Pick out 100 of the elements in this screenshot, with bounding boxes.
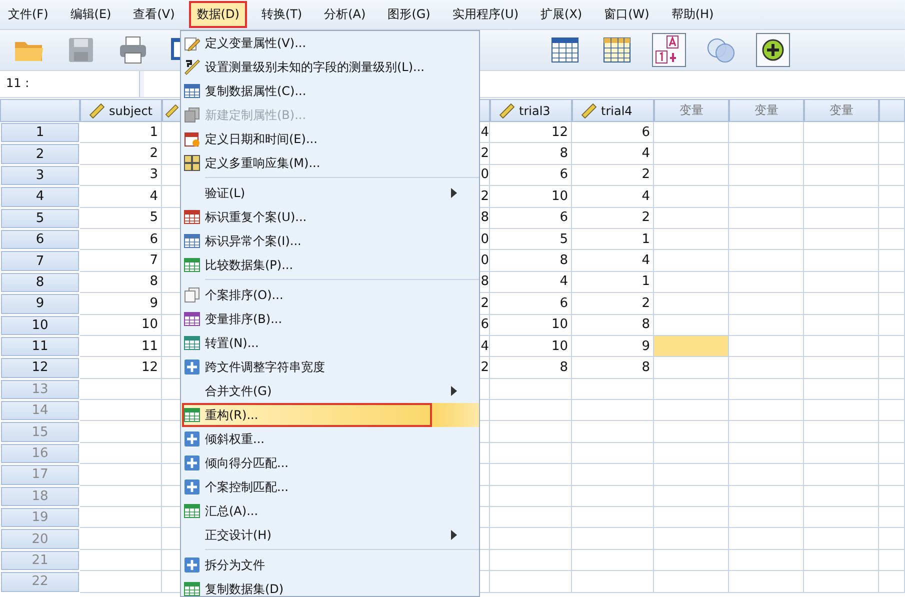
table-cell xyxy=(879,400,905,422)
column-name: 变量 xyxy=(754,102,778,119)
menu-item[interactable]: 标识重复个案(U)... xyxy=(181,205,479,229)
table-cell[interactable] xyxy=(654,464,729,486)
table-cell[interactable] xyxy=(654,122,729,144)
table-cell xyxy=(879,486,905,508)
menu-item[interactable]: 倾向得分匹配... xyxy=(181,451,479,475)
column-header[interactable]: subject xyxy=(80,99,162,122)
table-cell: 2 xyxy=(80,143,162,165)
table-cell xyxy=(879,378,905,400)
table-cell[interactable] xyxy=(654,293,729,315)
table-cell: 4 xyxy=(80,186,162,208)
table-cell[interactable] xyxy=(654,228,729,250)
table-cell[interactable] xyxy=(654,550,729,572)
row-number[interactable]: 9 xyxy=(1,294,79,314)
column-header[interactable]: trial3 xyxy=(490,99,572,122)
menu-title[interactable]: 文件(F) xyxy=(0,1,56,28)
toolbar-button[interactable] xyxy=(756,33,790,67)
menu-item[interactable]: 倾斜权重... xyxy=(181,427,479,451)
plus-icon xyxy=(184,455,200,471)
column-header[interactable]: 变量 xyxy=(729,99,804,122)
table-cell xyxy=(879,143,905,165)
menu-item[interactable]: 正交设计(H) xyxy=(181,523,479,547)
row-number[interactable]: 8 xyxy=(1,272,79,292)
menu-item[interactable]: 定义变量属性(V)... xyxy=(181,31,479,55)
table-cell[interactable] xyxy=(654,272,729,294)
table-cell: 2 xyxy=(572,208,654,229)
plus-icon xyxy=(184,431,200,447)
table-cell[interactable] xyxy=(654,336,729,358)
table-cell[interactable] xyxy=(654,143,729,165)
menu-item[interactable]: 合并文件(G) xyxy=(181,379,479,403)
row-number[interactable]: 4 xyxy=(1,187,79,207)
menu-item[interactable]: 重构(R)... xyxy=(181,403,479,427)
table-cell xyxy=(879,293,905,315)
table-cell[interactable] xyxy=(654,250,729,272)
menu-item[interactable]: 拆分为文件 xyxy=(181,553,479,577)
menu-title[interactable]: 扩展(X) xyxy=(532,1,590,28)
table-cell[interactable] xyxy=(654,528,729,550)
menu-item[interactable]: 汇总(A)... xyxy=(181,499,479,523)
table-cell xyxy=(879,164,905,186)
menu-title[interactable]: 实用程序(U) xyxy=(444,1,527,28)
table-cell: 11 xyxy=(80,336,162,358)
menu-title[interactable]: 编辑(E) xyxy=(62,1,120,28)
menu-title[interactable]: 转换(T) xyxy=(253,1,310,28)
menu-title[interactable]: 数据(D) xyxy=(188,1,248,28)
menu-item[interactable]: 设置测量级别未知的字段的测量级别(L)... xyxy=(181,55,479,79)
pencil-icon xyxy=(184,35,200,51)
row-number[interactable]: 5 xyxy=(1,208,79,228)
table-cell: 12 xyxy=(80,357,162,379)
column-header[interactable]: 变量 xyxy=(804,99,879,122)
row-number[interactable]: 3 xyxy=(1,166,79,186)
table-cell: 6 xyxy=(572,122,654,144)
menu-item[interactable]: 复制数据集(D) xyxy=(181,577,479,597)
table-cell[interactable] xyxy=(654,186,729,208)
column-header[interactable] xyxy=(879,99,905,122)
table-cell xyxy=(879,442,905,464)
column-header[interactable]: trial4 xyxy=(572,99,654,122)
table-cell[interactable] xyxy=(654,378,729,400)
table-cell xyxy=(879,550,905,572)
menu-item[interactable]: 标识异常个案(I)... xyxy=(181,229,479,253)
menu-title[interactable]: 窗口(W) xyxy=(596,1,658,28)
row-number[interactable]: 6 xyxy=(1,230,79,250)
table-cell[interactable] xyxy=(654,486,729,508)
row-number[interactable]: 11 xyxy=(1,336,79,356)
menu-title[interactable]: 帮助(H) xyxy=(663,1,722,28)
table-cell[interactable] xyxy=(654,357,729,379)
menu-title[interactable]: 查看(V) xyxy=(125,1,183,28)
table-cell[interactable] xyxy=(654,421,729,443)
menu-item[interactable]: 个案控制匹配... xyxy=(181,475,479,499)
ruler-icon xyxy=(499,102,515,118)
table-cell xyxy=(879,336,905,358)
column-header[interactable]: 变量 xyxy=(654,99,729,122)
menu-title[interactable]: 分析(A) xyxy=(316,1,374,28)
row-number[interactable]: 10 xyxy=(1,316,79,335)
table-cell: 2 xyxy=(572,293,654,315)
table-cell[interactable] xyxy=(654,400,729,422)
table-cell: 4 xyxy=(572,250,654,272)
table-cell: 10 xyxy=(490,186,572,208)
column-name: subject xyxy=(109,104,152,118)
menu-item[interactable]: 复制数据属性(C)... xyxy=(181,79,479,103)
table-cell[interactable] xyxy=(654,571,729,593)
ruler-icon xyxy=(581,102,597,118)
table-cell[interactable] xyxy=(654,208,729,229)
table-cell xyxy=(879,186,905,208)
table-cell: 4 xyxy=(572,143,654,165)
table-cell xyxy=(879,571,905,593)
table-cell[interactable] xyxy=(654,164,729,186)
table-cell xyxy=(879,528,905,550)
row-number[interactable]: 12 xyxy=(1,358,79,378)
menu-item[interactable]: 跨文件调整字符串宽度 xyxy=(181,355,479,379)
row-number[interactable]: 7 xyxy=(1,251,79,271)
documents-icon xyxy=(184,287,200,303)
row-number[interactable]: 2 xyxy=(1,144,79,164)
table-cell[interactable] xyxy=(654,442,729,464)
table-icon xyxy=(184,407,200,423)
table-cell[interactable] xyxy=(654,507,729,528)
table-cell: 1 xyxy=(572,272,654,294)
row-number[interactable]: 1 xyxy=(1,123,79,142)
table-cell: 3 xyxy=(80,164,162,186)
menu-title[interactable]: 图形(G) xyxy=(380,1,438,28)
